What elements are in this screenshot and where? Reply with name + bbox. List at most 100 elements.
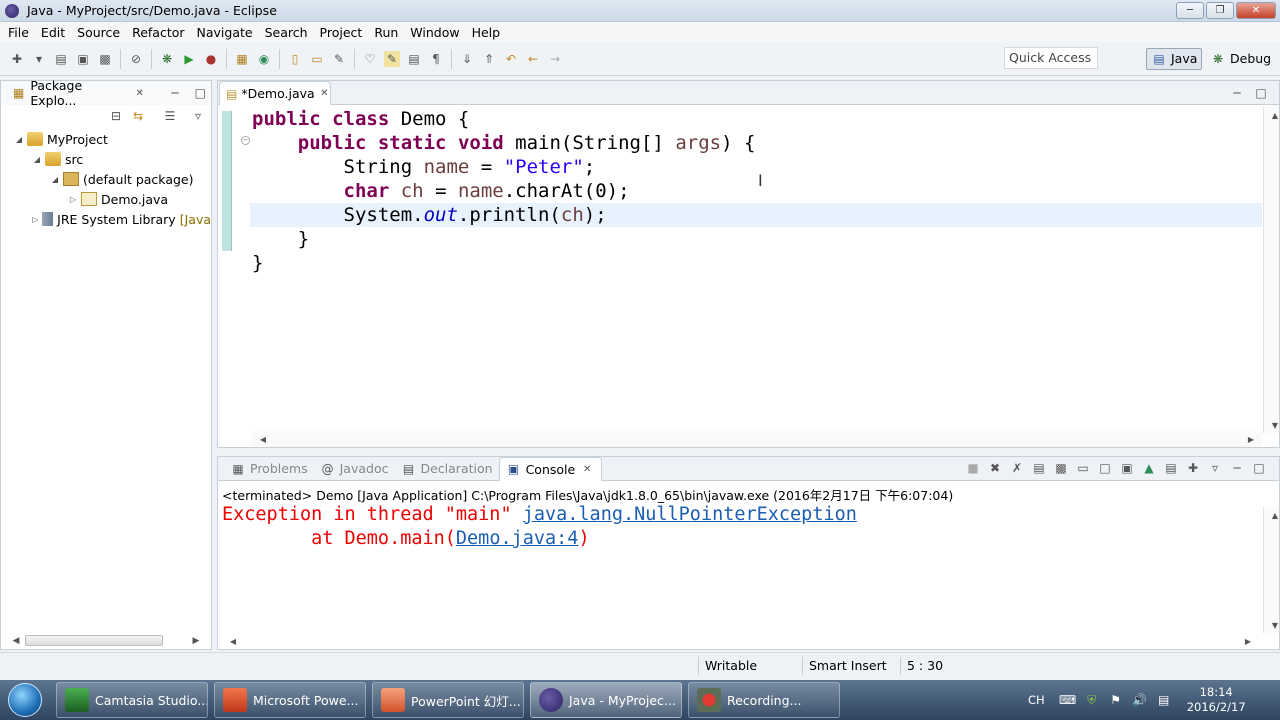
- expanded-arrow-icon[interactable]: ◢: [13, 135, 25, 144]
- taskbar-item-powerpoint-slideshow[interactable]: PowerPoint 幻灯...: [372, 682, 524, 718]
- scroll-left-icon[interactable]: ◀: [8, 633, 24, 649]
- scroll-right-icon[interactable]: ▶: [1240, 633, 1256, 649]
- tab-package-explorer[interactable]: ▦ Package Explo... ✕ ─ □: [1, 78, 211, 108]
- menu-source[interactable]: Source: [71, 25, 126, 40]
- terminate-icon[interactable]: ■: [965, 460, 981, 476]
- code-line[interactable]: }: [252, 251, 1262, 275]
- expanded-arrow-icon[interactable]: ◢: [31, 155, 43, 164]
- maximize-view-icon[interactable]: □: [193, 85, 208, 101]
- open-folder-icon[interactable]: ▭: [309, 51, 325, 67]
- next-annotation-icon[interactable]: ⇓: [459, 51, 475, 67]
- clock[interactable]: 18:14 2016/2/17: [1187, 685, 1246, 715]
- security-shield-icon[interactable]: ⛨: [1083, 691, 1101, 709]
- last-edit-icon[interactable]: ↶: [503, 51, 519, 67]
- new-wizard-icon[interactable]: ▤: [53, 51, 69, 67]
- new-class-icon[interactable]: ◉: [256, 51, 272, 67]
- maximize-view-icon[interactable]: □: [1251, 460, 1267, 476]
- save-all-icon[interactable]: ▩: [97, 51, 113, 67]
- prev-annotation-icon[interactable]: ⇑: [481, 51, 497, 67]
- close-icon[interactable]: ✕: [132, 85, 147, 101]
- horizontal-scrollbar[interactable]: ◀ ▶: [252, 431, 1262, 447]
- filter-icon[interactable]: ☰: [162, 108, 178, 124]
- minimize-button[interactable]: ─: [1176, 2, 1204, 19]
- remove-all-launches-icon[interactable]: ✗: [1009, 460, 1025, 476]
- scrollbar-thumb[interactable]: [25, 635, 163, 646]
- taskbar-item-recording[interactable]: Recording...: [688, 682, 840, 718]
- speaker-icon[interactable]: 🔊: [1131, 691, 1149, 709]
- run-icon[interactable]: ▶: [181, 51, 197, 67]
- menu-refactor[interactable]: Refactor: [126, 25, 190, 40]
- code-text-area[interactable]: public class Demo { public static void m…: [250, 107, 1262, 427]
- tree-item-demo-java[interactable]: ▷ Demo.java: [1, 189, 211, 209]
- collapse-all-icon[interactable]: ⊟: [108, 108, 124, 124]
- collapsed-arrow-icon[interactable]: ▷: [31, 215, 40, 224]
- code-line[interactable]: public class Demo {: [252, 107, 1262, 131]
- taskbar-item-eclipse[interactable]: Java - MyProjec...: [530, 682, 682, 718]
- word-wrap-icon[interactable]: ▭: [1075, 460, 1091, 476]
- menu-edit[interactable]: Edit: [35, 25, 71, 40]
- tab-javadoc[interactable]: @ Javadoc: [314, 457, 395, 481]
- minimize-view-icon[interactable]: ─: [1229, 85, 1245, 101]
- code-line[interactable]: char ch = name.charAt(0);: [252, 179, 1262, 203]
- tab-problems[interactable]: ▦ Problems: [224, 457, 314, 481]
- new-dropdown-icon[interactable]: ▾: [31, 51, 47, 67]
- link-with-editor-icon[interactable]: ⇆: [130, 108, 146, 124]
- collapsed-arrow-icon[interactable]: ▷: [67, 195, 79, 204]
- view-menu-icon[interactable]: ▿: [190, 108, 206, 124]
- scroll-up-icon[interactable]: ▲: [1267, 507, 1280, 523]
- scroll-up-icon[interactable]: ▲: [1267, 107, 1280, 123]
- scroll-left-icon[interactable]: ◀: [255, 431, 271, 447]
- close-icon[interactable]: ✕: [319, 86, 330, 102]
- tree-item-project[interactable]: ◢ MyProject: [1, 129, 211, 149]
- new-package-icon[interactable]: ▦: [234, 51, 250, 67]
- expanded-arrow-icon[interactable]: ◢: [49, 175, 61, 184]
- tree-item-package[interactable]: ◢ (default package): [1, 169, 211, 189]
- show-on-error-icon[interactable]: ▣: [1119, 460, 1135, 476]
- perspective-debug-button[interactable]: ❋ Debug: [1206, 48, 1275, 70]
- restore-button[interactable]: ❐: [1206, 2, 1234, 19]
- remove-launch-icon[interactable]: ✖: [987, 460, 1003, 476]
- code-line[interactable]: String name = "Peter";: [252, 155, 1262, 179]
- scroll-down-icon[interactable]: ▼: [1267, 617, 1280, 633]
- back-icon[interactable]: ←: [525, 51, 541, 67]
- scroll-right-icon[interactable]: ▶: [1243, 431, 1259, 447]
- scroll-right-icon[interactable]: ▶: [188, 633, 204, 649]
- taskbar-item-camtasia[interactable]: Camtasia Studio...: [56, 682, 208, 718]
- tree-item-jre[interactable]: ▷ JRE System Library [Java: [1, 209, 211, 229]
- clear-console-icon[interactable]: ▤: [1031, 460, 1047, 476]
- toggle-mark-occurrences-icon[interactable]: ♡: [362, 51, 378, 67]
- start-button[interactable]: [0, 680, 50, 720]
- save-icon[interactable]: ▣: [75, 51, 91, 67]
- minimize-view-icon[interactable]: ─: [167, 85, 182, 101]
- vertical-scrollbar[interactable]: ▲ ▼: [1263, 507, 1279, 633]
- close-button[interactable]: ✕: [1236, 2, 1276, 19]
- search-icon[interactable]: ✎: [331, 51, 347, 67]
- view-menu-icon[interactable]: ▿: [1207, 460, 1223, 476]
- network-icon[interactable]: ▤: [1155, 691, 1173, 709]
- debug-icon[interactable]: ❋: [159, 51, 175, 67]
- show-on-output-icon[interactable]: □: [1097, 460, 1113, 476]
- menu-help[interactable]: Help: [466, 25, 507, 40]
- close-icon[interactable]: ✕: [579, 461, 595, 477]
- forward-icon[interactable]: →: [547, 51, 563, 67]
- minimize-view-icon[interactable]: ─: [1229, 460, 1245, 476]
- stack-trace-link[interactable]: Demo.java:4: [456, 528, 579, 549]
- menu-window[interactable]: Window: [404, 25, 465, 40]
- menu-project[interactable]: Project: [314, 25, 369, 40]
- menu-navigate[interactable]: Navigate: [191, 25, 259, 40]
- pin-console-icon[interactable]: ▲: [1141, 460, 1157, 476]
- tab-demo-java[interactable]: ▤ *Demo.java ✕: [219, 81, 331, 105]
- run-external-icon[interactable]: ●: [203, 51, 219, 67]
- scroll-lock-icon[interactable]: ▩: [1053, 460, 1069, 476]
- fold-collapse-icon[interactable]: −: [241, 136, 250, 145]
- scroll-left-icon[interactable]: ◀: [225, 633, 241, 649]
- open-console-icon[interactable]: ✚: [1185, 460, 1201, 476]
- code-line[interactable]: System.out.println(ch);: [250, 203, 1262, 227]
- maximize-view-icon[interactable]: □: [1253, 85, 1269, 101]
- code-line[interactable]: public static void main(String[] args) {: [252, 131, 1262, 155]
- scroll-down-icon[interactable]: ▼: [1267, 417, 1280, 433]
- taskbar-item-powerpoint[interactable]: Microsoft Powe...: [214, 682, 366, 718]
- code-line[interactable]: }: [252, 227, 1262, 251]
- menu-search[interactable]: Search: [259, 25, 314, 40]
- flag-icon[interactable]: ⚑: [1107, 691, 1125, 709]
